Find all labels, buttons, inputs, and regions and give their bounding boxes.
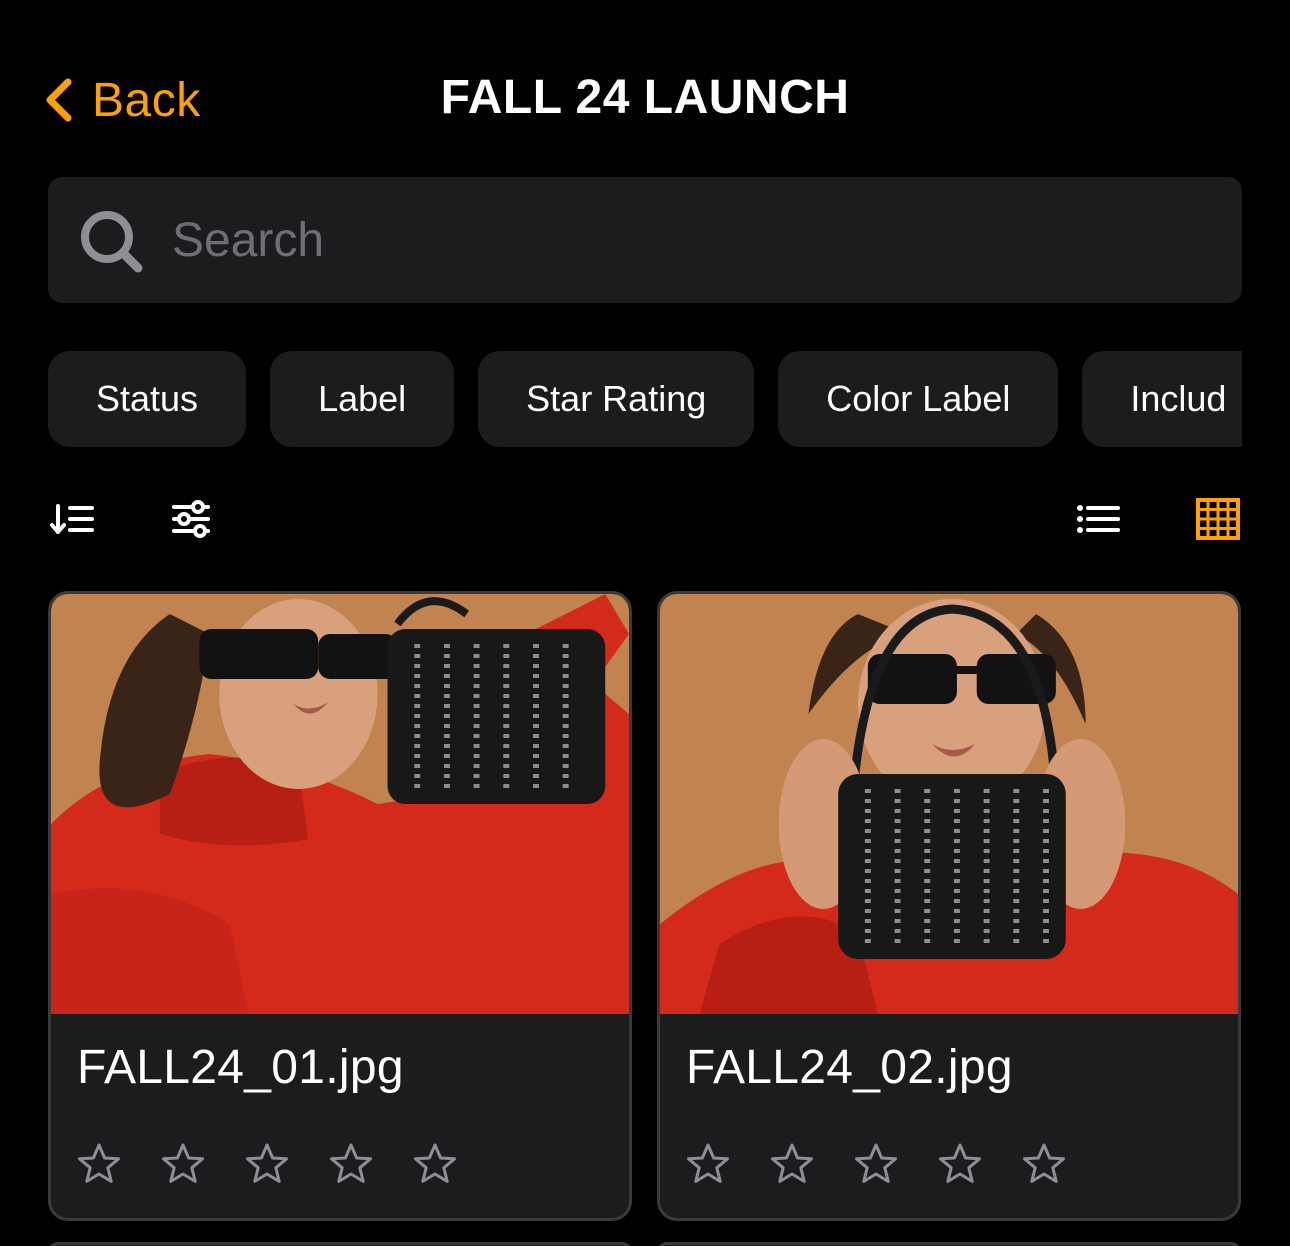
filter-chips: Status Label Star Rating Color Label Inc…	[48, 351, 1242, 447]
star-icon[interactable]	[77, 1142, 121, 1186]
star-icon[interactable]	[686, 1142, 730, 1186]
chip-label: Includ	[1130, 378, 1227, 419]
asset-card-partial[interactable]	[657, 1242, 1241, 1246]
filter-chip-label[interactable]: Label	[270, 351, 455, 447]
filter-chip-color-label[interactable]: Color Label	[778, 351, 1059, 447]
asset-filename: FALL24_01.jpg	[77, 1041, 404, 1094]
search-icon	[81, 211, 143, 273]
star-rating[interactable]	[77, 1142, 457, 1186]
chip-label: Star Rating	[526, 378, 707, 419]
star-rating[interactable]	[686, 1142, 1066, 1186]
asset-card[interactable]: FALL24_01.jpg	[48, 591, 632, 1221]
filter-chip-status[interactable]: Status	[48, 351, 247, 447]
chip-label: Label	[318, 378, 407, 419]
asset-thumbnail	[660, 594, 1238, 1014]
page-title: FALL 24 LAUNCH	[440, 71, 850, 124]
star-icon[interactable]	[413, 1142, 457, 1186]
search-input[interactable]	[172, 200, 1212, 280]
chip-label: Color Label	[826, 378, 1011, 419]
sliders-icon[interactable]	[168, 496, 216, 542]
filter-chip-star-rating[interactable]: Star Rating	[478, 351, 755, 447]
star-icon[interactable]	[854, 1142, 898, 1186]
filter-chip-include[interactable]: Includ	[1082, 351, 1242, 447]
star-icon[interactable]	[938, 1142, 982, 1186]
grid-view-icon[interactable]	[1196, 498, 1240, 540]
star-icon[interactable]	[245, 1142, 289, 1186]
sort-descending-icon[interactable]	[50, 496, 98, 542]
asset-card[interactable]: FALL24_02.jpg	[657, 591, 1241, 1221]
asset-card-partial[interactable]	[48, 1242, 632, 1246]
asset-thumbnail	[51, 594, 629, 1014]
list-view-icon[interactable]	[1074, 496, 1122, 542]
star-icon[interactable]	[1022, 1142, 1066, 1186]
star-icon[interactable]	[161, 1142, 205, 1186]
chip-label: Status	[96, 378, 199, 419]
star-icon[interactable]	[329, 1142, 373, 1186]
app-screen: Back FALL 24 LAUNCH Status Label Star Ra…	[0, 0, 1290, 1246]
star-icon[interactable]	[770, 1142, 814, 1186]
asset-filename: FALL24_02.jpg	[686, 1041, 1013, 1094]
